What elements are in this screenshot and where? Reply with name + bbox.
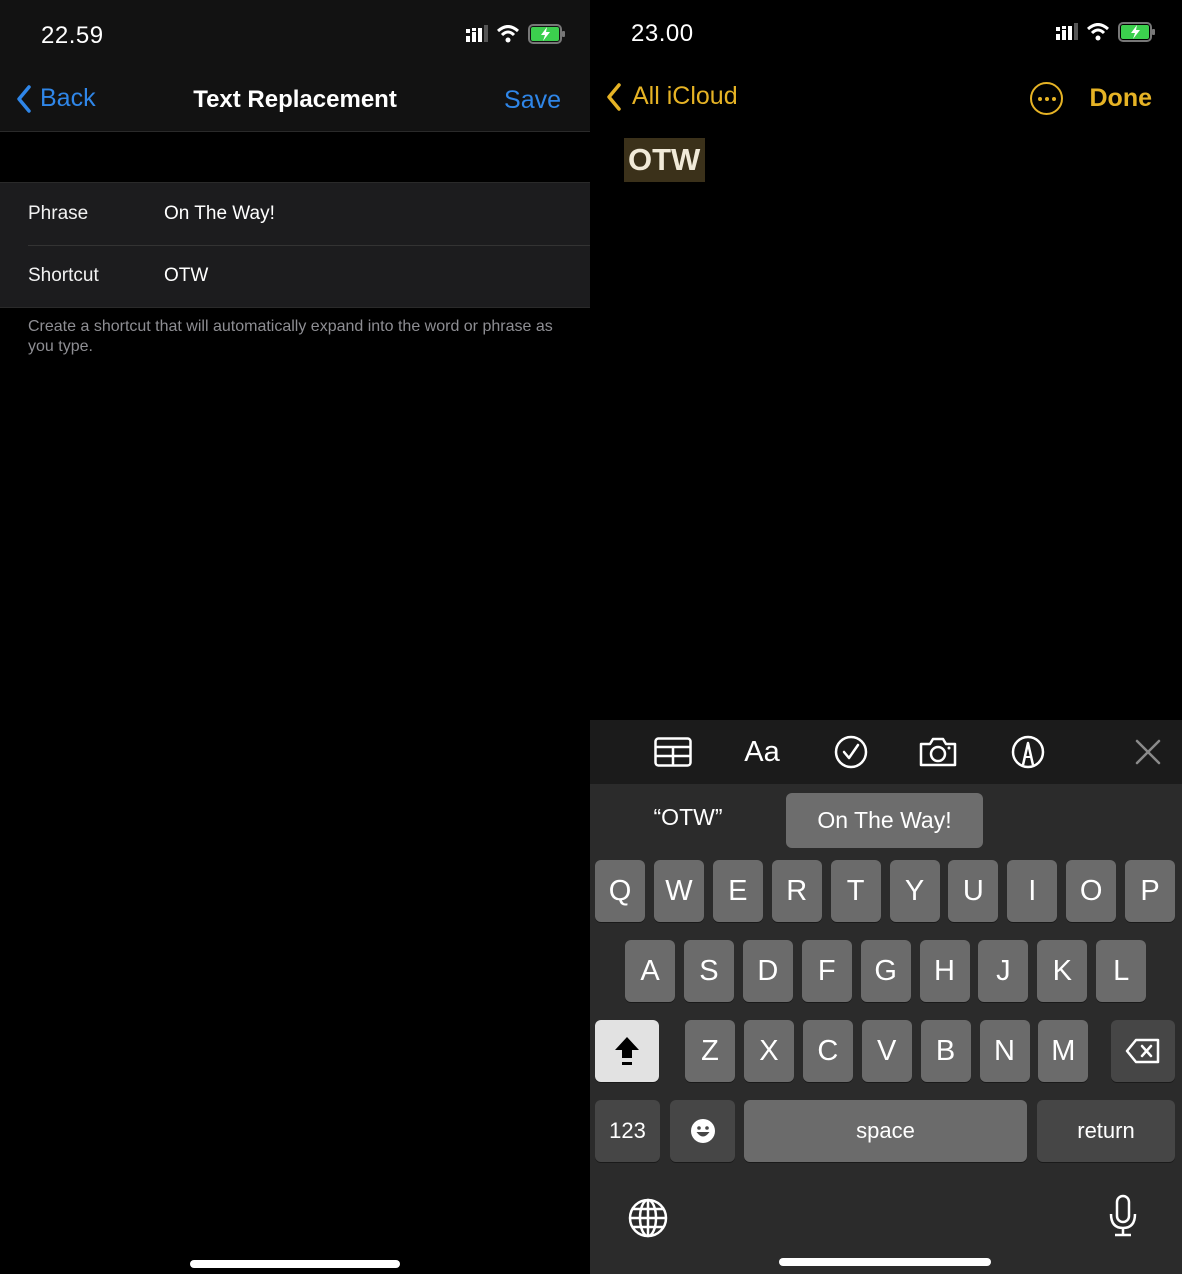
status-icons	[466, 24, 566, 44]
shortcut-input[interactable]	[164, 265, 570, 287]
wifi-icon	[496, 25, 520, 43]
page-title: Text Replacement	[193, 86, 397, 113]
emoji-key[interactable]	[670, 1100, 735, 1162]
shortcut-row: Shortcut	[0, 245, 590, 307]
status-bar: 23.00	[590, 0, 1182, 70]
key-x[interactable]: X	[743, 1020, 794, 1082]
key-k[interactable]: K	[1037, 940, 1088, 1002]
suggestion-replacement[interactable]: On The Way!	[786, 793, 983, 848]
key-y[interactable]: Y	[889, 860, 940, 922]
text-replacement-screen: 22.59 Back Text Replacement Save Phrase …	[0, 0, 590, 1274]
key-z[interactable]: Z	[685, 1020, 735, 1082]
key-f[interactable]: F	[801, 940, 852, 1002]
ellipsis-circle-icon[interactable]	[1030, 82, 1063, 115]
key-b[interactable]: B	[920, 1020, 971, 1082]
close-icon[interactable]	[1128, 734, 1168, 770]
key-v[interactable]: V	[861, 1020, 912, 1082]
suggestion-bar: “OTW” On The Way!	[590, 784, 1182, 854]
key-a[interactable]: A	[625, 940, 675, 1002]
replacement-form: Phrase Shortcut	[0, 182, 590, 308]
backspace-icon	[1125, 1038, 1160, 1064]
back-label: All iCloud	[632, 82, 738, 110]
phrase-input[interactable]	[164, 203, 570, 225]
table-icon[interactable]	[653, 734, 693, 770]
key-p[interactable]: P	[1125, 860, 1176, 922]
space-key[interactable]: space	[744, 1100, 1027, 1162]
shortcut-label: Shortcut	[28, 265, 99, 286]
status-time: 22.59	[41, 22, 104, 49]
status-icons	[1056, 22, 1156, 42]
all-icloud-back-button[interactable]: All iCloud	[606, 82, 738, 111]
delete-key[interactable]	[1111, 1020, 1175, 1082]
globe-icon[interactable]	[628, 1198, 668, 1238]
key-c[interactable]: C	[802, 1020, 853, 1082]
note-editor[interactable]: OTW	[624, 138, 706, 182]
key-t[interactable]: T	[830, 860, 881, 922]
shift-icon	[615, 1037, 639, 1065]
chevron-left-icon	[607, 82, 621, 111]
key-o[interactable]: O	[1066, 860, 1117, 922]
checklist-icon[interactable]	[831, 734, 871, 770]
numbers-key[interactable]: 123	[595, 1100, 660, 1162]
suggestion-original[interactable]: “OTW”	[628, 804, 748, 831]
key-d[interactable]: D	[742, 940, 793, 1002]
status-bar: 22.59	[0, 0, 590, 70]
shift-key[interactable]	[595, 1020, 659, 1082]
phrase-label: Phrase	[28, 203, 89, 224]
key-j[interactable]: J	[978, 940, 1029, 1002]
key-w[interactable]: W	[653, 860, 704, 922]
battery-charging-icon	[1118, 22, 1155, 42]
key-m[interactable]: M	[1038, 1020, 1089, 1082]
done-button[interactable]: Done	[1090, 84, 1153, 113]
key-g[interactable]: G	[860, 940, 911, 1002]
text-format-icon[interactable]: Aa	[742, 734, 782, 770]
home-indicator[interactable]	[190, 1260, 400, 1268]
status-time: 23.00	[631, 20, 694, 47]
phrase-row: Phrase	[0, 183, 590, 245]
key-e[interactable]: E	[712, 860, 763, 922]
key-i[interactable]: I	[1007, 860, 1058, 922]
key-h[interactable]: H	[919, 940, 970, 1002]
notes-toolbar: Aa	[590, 720, 1182, 784]
microphone-icon[interactable]	[1108, 1194, 1138, 1238]
wifi-icon	[1086, 23, 1110, 41]
cellular-signal-icon	[466, 25, 488, 42]
cellular-signal-icon	[1056, 23, 1078, 40]
return-key[interactable]: return	[1037, 1100, 1175, 1162]
navigation-bar: 22.59 Back Text Replacement Save	[0, 0, 590, 132]
home-indicator[interactable]	[779, 1258, 991, 1266]
camera-icon[interactable]	[918, 734, 958, 770]
emoji-icon	[690, 1119, 715, 1143]
note-selected-text[interactable]: OTW	[624, 138, 706, 182]
markup-icon[interactable]	[1008, 734, 1048, 770]
form-hint: Create a shortcut that will automaticall…	[28, 318, 553, 355]
key-u[interactable]: U	[948, 860, 999, 922]
save-button[interactable]: Save	[504, 86, 561, 115]
key-l[interactable]: L	[1096, 940, 1147, 1002]
key-r[interactable]: R	[771, 860, 822, 922]
notes-screen: 23.00 All iCloud Done OTW Aa “OTW” On Th…	[590, 0, 1182, 1274]
battery-charging-icon	[528, 24, 565, 44]
key-s[interactable]: S	[683, 940, 734, 1002]
key-n[interactable]: N	[979, 1020, 1030, 1082]
keyboard: “OTW” On The Way! QWERTYUIOP ASDFGHJKL Z…	[590, 784, 1182, 1274]
key-q[interactable]: Q	[595, 860, 645, 922]
